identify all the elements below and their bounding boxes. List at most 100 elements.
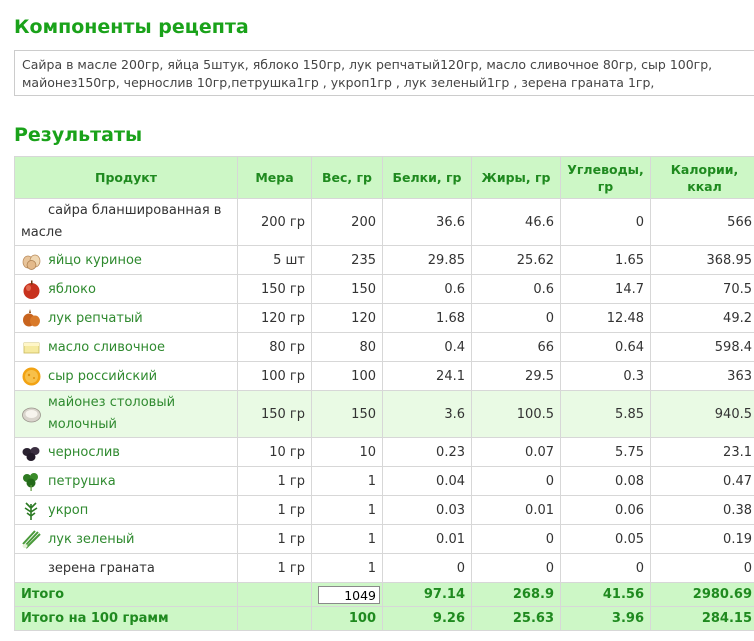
fat-cell: 0 (471, 524, 561, 554)
product-name[interactable]: яйцо куриное (48, 253, 142, 268)
product-cell: лук репчатый (14, 303, 238, 333)
measure-cell: 120 гр (237, 303, 312, 333)
measure-cell: 150 гр (237, 390, 312, 438)
table-row: укроп 1 гр 1 0.03 0.01 0.06 0.38 (14, 495, 754, 525)
per100-row: Итого на 100 грамм 100 9.26 25.63 3.96 2… (14, 606, 754, 631)
carbs-cell: 0 (560, 553, 651, 583)
weight-cell: 200 (311, 198, 383, 246)
weight-cell: 150 (311, 274, 383, 304)
protein-cell: 0.23 (382, 437, 472, 467)
fat-cell: 25.62 (471, 245, 561, 275)
per100-measure (237, 606, 312, 631)
eggs-icon (21, 250, 42, 271)
kcal-cell: 0.47 (650, 466, 754, 496)
total-weight-cell: 1049 (311, 582, 383, 607)
protein-cell: 24.1 (382, 361, 472, 391)
fat-cell: 0 (471, 303, 561, 333)
protein-cell: 0.4 (382, 332, 472, 362)
table-row: лук зеленый 1 гр 1 0.01 0 0.05 0.19 (14, 524, 754, 554)
measure-cell: 200 гр (237, 198, 312, 246)
cheese-icon (21, 366, 42, 387)
fat-cell: 0.01 (471, 495, 561, 525)
carbs-cell: 14.7 (560, 274, 651, 304)
green-onion-icon (21, 529, 42, 550)
product-name[interactable]: масло сливочное (48, 340, 165, 355)
product-cell: масло сливочное (14, 332, 238, 362)
carbs-cell: 0.06 (560, 495, 651, 525)
product-name[interactable]: укроп (48, 503, 88, 518)
per100-weight: 100 (311, 606, 383, 631)
col-header-measure: Мера (237, 156, 312, 199)
weight-cell: 120 (311, 303, 383, 333)
carbs-cell: 12.48 (560, 303, 651, 333)
fat-cell: 0.6 (471, 274, 561, 304)
kcal-cell: 49.2 (650, 303, 754, 333)
butter-icon (21, 337, 42, 358)
total-carbs: 41.56 (560, 582, 651, 607)
product-name[interactable]: петрушка (48, 474, 116, 489)
per100-fat: 25.63 (471, 606, 561, 631)
measure-cell: 10 гр (237, 437, 312, 467)
product-cell: яйцо куриное (14, 245, 238, 275)
protein-cell: 36.6 (382, 198, 472, 246)
measure-cell: 1 гр (237, 553, 312, 583)
product-cell: зерена граната (14, 553, 238, 583)
weight-cell: 1 (311, 524, 383, 554)
product-name[interactable]: лук репчатый (48, 311, 143, 326)
fat-cell: 46.6 (471, 198, 561, 246)
table-row: масло сливочное 80 гр 80 0.4 66 0.64 598.4 (14, 332, 754, 362)
results-title: Результаты (14, 124, 143, 146)
weight-cell: 100 (311, 361, 383, 391)
table-row: яйцо куриное 5 шт 235 29.85 25.62 1.65 368.95 (14, 245, 754, 275)
protein-cell: 0.01 (382, 524, 472, 554)
table-row: зерена граната 1 гр 1 0 0 0 0 (14, 553, 754, 583)
table-row: чернослив 10 гр 10 0.23 0.07 5.75 23.1 (14, 437, 754, 467)
results-table: Продукт Мера Вес, гр Белки, гр Жиры, гр … (14, 156, 754, 631)
product-cell: петрушка (14, 466, 238, 496)
weight-cell: 10 (311, 437, 383, 467)
carbs-cell: 0.64 (560, 332, 651, 362)
carbs-cell: 0 (560, 198, 651, 246)
per100-label: Итого на 100 грамм (14, 606, 238, 631)
total-fat: 268.9 (471, 582, 561, 607)
components-title: Компоненты рецепта (14, 16, 249, 38)
measure-cell: 1 гр (237, 524, 312, 554)
kcal-cell: 0.19 (650, 524, 754, 554)
product-name[interactable]: яблоко (48, 282, 96, 297)
product-name[interactable]: сыр российский (48, 369, 157, 384)
product-name[interactable]: лук зеленый (48, 532, 134, 547)
total-protein: 97.14 (382, 582, 472, 607)
parsley-icon (21, 471, 42, 492)
table-row: сыр российский 100 гр 100 24.1 29.5 0.3 363 (14, 361, 754, 391)
measure-cell: 5 шт (237, 245, 312, 275)
onion-icon (21, 308, 42, 329)
measure-cell: 80 гр (237, 332, 312, 362)
product-cell: чернослив (14, 437, 238, 467)
carbs-cell: 1.65 (560, 245, 651, 275)
protein-cell: 0.03 (382, 495, 472, 525)
protein-cell: 1.68 (382, 303, 472, 333)
table-row: майонез столовый молочный 150 гр 150 3.6 100… (14, 390, 754, 438)
fat-cell: 100.5 (471, 390, 561, 438)
product-name[interactable]: чернослив (48, 445, 120, 460)
fat-cell: 0.07 (471, 437, 561, 467)
weight-cell: 1 (311, 553, 383, 583)
total-weight-input[interactable]: 1049 (318, 585, 380, 604)
fat-cell: 0 (471, 466, 561, 496)
product-name[interactable]: майонез столовый молочный (48, 392, 231, 436)
table-row: яблоко 150 гр 150 0.6 0.6 14.7 70.5 (14, 274, 754, 304)
protein-cell: 3.6 (382, 390, 472, 438)
kcal-cell: 23.1 (650, 437, 754, 467)
weight-cell: 80 (311, 332, 383, 362)
kcal-cell: 368.95 (650, 245, 754, 275)
kcal-cell: 598.4 (650, 332, 754, 362)
carbs-cell: 5.85 (560, 390, 651, 438)
total-kcal: 2980.69 (650, 582, 754, 607)
total-label: Итого (14, 582, 238, 607)
ingredients-textbox[interactable]: Сайра в масле 200гр, яйца 5штук, яблоко … (14, 50, 754, 96)
col-header-fat: Жиры, гр (471, 156, 561, 199)
product-cell: майонез столовый молочный (14, 390, 238, 438)
col-header-product: Продукт (14, 156, 238, 199)
kcal-cell: 940.5 (650, 390, 754, 438)
per100-kcal: 284.15 (650, 606, 754, 631)
